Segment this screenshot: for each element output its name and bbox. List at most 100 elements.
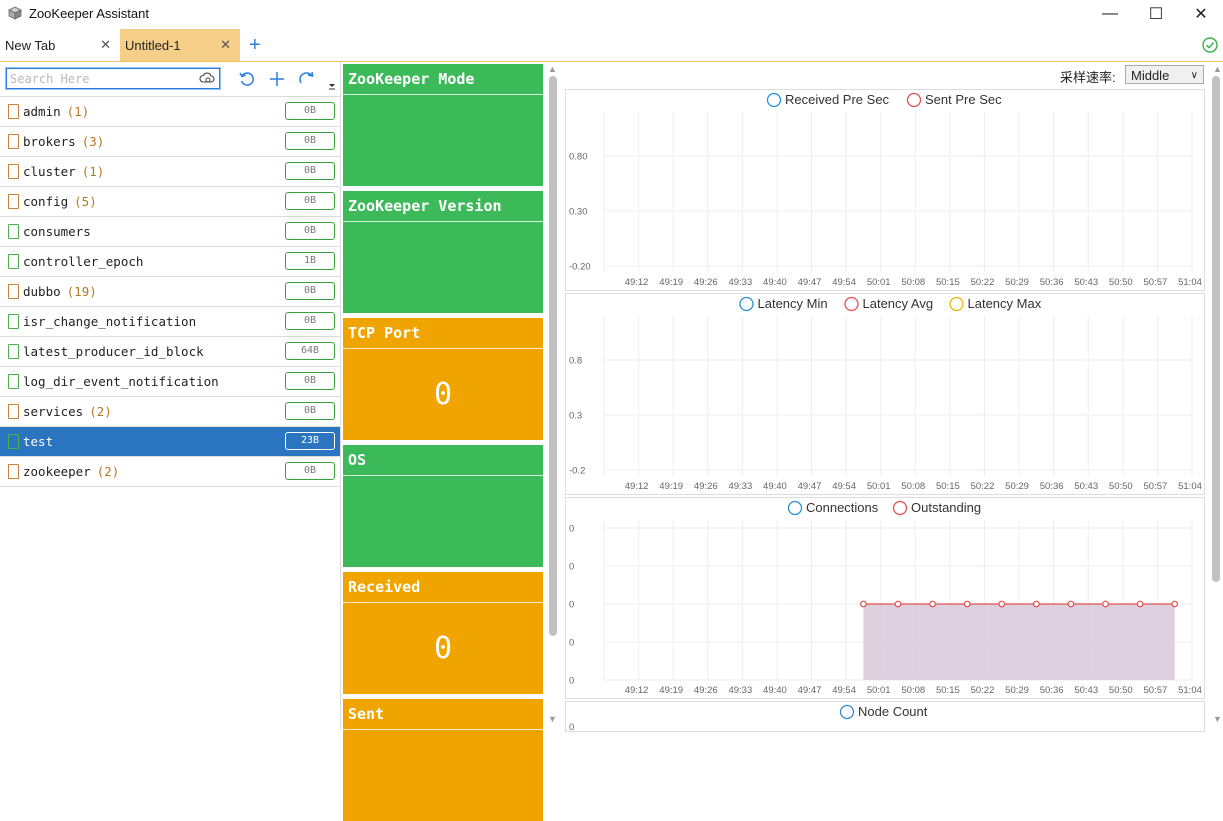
x-tick-label: 49:19 [659,685,683,696]
search-input[interactable] [7,69,190,88]
x-tick-label: 49:26 [694,685,718,696]
tab-bar: New Tab ✕ Untitled-1 ✕ + [0,29,1223,62]
maximize-button[interactable]: ☐ [1133,0,1179,28]
legend-marker [844,296,859,312]
tab-close-icon[interactable]: ✕ [100,37,111,53]
scroll-thumb[interactable] [1212,76,1220,582]
node-row-controller_epoch[interactable]: controller_epoch 1B [0,247,340,277]
card-value: 0 [433,377,453,412]
card-os: OS [343,445,543,567]
node-row-cluster[interactable]: cluster (1) 0B [0,157,340,187]
legend-item[interactable]: Latency Avg [844,296,933,312]
child-count: (19) [66,284,97,299]
connected-check-icon [1202,37,1218,53]
x-tick-label: 49:40 [763,685,787,696]
scroll-down-icon[interactable]: ▼ [548,714,557,724]
x-tick-label: 50:08 [901,685,925,696]
x-tick-label: 50:15 [936,277,960,288]
refresh-button[interactable] [236,68,258,90]
node-row-test[interactable]: test 23B [0,427,340,457]
y-tick-label: 0.3 [569,411,582,422]
y-tick-label: 0 [569,600,574,611]
card-received: Received 0 [343,572,543,694]
folder-icon [8,104,19,119]
node-row-config[interactable]: config (5) 0B [0,187,340,217]
data-size-badge: 1B [285,252,335,270]
scroll-thumb[interactable] [549,76,557,636]
legend-label: Sent Pre Sec [925,92,1002,107]
x-tick-label: 50:15 [936,685,960,696]
node-row-log_dir_event_notification[interactable]: log_dir_event_notification 0B [0,367,340,397]
folder-icon [8,464,19,479]
file-icon [8,344,19,359]
node-row-services[interactable]: services (2) 0B [0,397,340,427]
card-zookeeper-mode: ZooKeeper Mode [343,64,543,186]
legend-item[interactable]: Received Pre Sec [766,92,890,108]
node-row-latest_producer_id_block[interactable]: latest_producer_id_block 64B [0,337,340,367]
node-row-brokers[interactable]: brokers (3) 0B [0,127,340,157]
card-title: ZooKeeper Mode [343,64,543,95]
data-size-badge: 64B [285,342,335,360]
window-title: ZooKeeper Assistant [29,6,149,21]
folder-icon [8,404,19,419]
tab-untitled-1[interactable]: Untitled-1 ✕ [120,29,240,61]
search-box[interactable] [6,68,220,89]
x-tick-label: 50:08 [901,481,925,492]
chart-svg: Latency Min Latency Avg Latency Max 0.8 0.3 -… [569,296,1202,492]
file-icon [8,314,19,329]
search-toolbar [0,62,340,97]
legend-item[interactable]: Sent Pre Sec [906,92,1003,108]
node-row-admin[interactable]: admin (1) 0B [0,97,340,127]
legend-label: Node Count [858,704,928,719]
scroll-up-icon[interactable]: ▲ [1213,64,1222,74]
redo-button[interactable] [296,68,318,90]
add-node-button[interactable] [266,68,288,90]
scroll-up-icon[interactable]: ▲ [548,64,557,74]
node-row-zookeeper[interactable]: zookeeper (2) 0B [0,457,340,487]
node-name: controller_epoch [23,254,144,269]
scroll-down-icon[interactable]: ▼ [1213,714,1222,724]
node-name: config (5) [23,194,97,209]
close-window-button[interactable]: ✕ [1178,0,1223,28]
folder-icon [8,164,19,179]
charts-scrollbar[interactable]: ▲ ▼ [1210,62,1222,730]
chart-3: Connections Outstanding 0 0 0 0 0 49:12 49:19 49:… [565,497,1205,699]
card-title: TCP Port [343,318,543,349]
legend-item[interactable]: Outstanding [892,500,982,516]
x-tick-label: 49:47 [798,277,822,288]
legend-item[interactable]: Latency Max [949,296,1042,312]
legend-item[interactable]: Connections [787,500,879,516]
info-cards-panel: ZooKeeper Mode ZooKeeper Version TCP Port 0… [342,62,558,821]
y-tick-label: 0.8 [569,356,582,367]
data-point [1136,600,1144,608]
legend-item[interactable]: Node Count [839,704,928,720]
legend-marker [739,296,754,312]
add-tab-icon[interactable]: + [249,34,261,57]
tab-close-icon[interactable]: ✕ [220,37,231,53]
x-tick-label: 50:50 [1109,685,1133,696]
node-row-consumers[interactable]: consumers 0B [0,217,340,247]
node-row-isr_change_notification[interactable]: isr_change_notification 0B [0,307,340,337]
card-value [343,222,543,313]
x-tick-label: 50:29 [1005,685,1029,696]
legend-item[interactable]: Latency Min [739,296,828,312]
tab-new-tab[interactable]: New Tab ✕ [0,29,120,61]
data-size-badge: 0B [285,222,335,240]
cards-scrollbar[interactable]: ▲ ▼ [548,62,558,730]
node-row-dubbo[interactable]: dubbo (19) 0B [0,277,340,307]
data-size-badge: 23B [285,432,335,450]
x-tick-label: 49:54 [832,481,856,492]
plus-icon [270,72,284,86]
dropdown-arrow-icon[interactable] [328,82,336,90]
minimize-button[interactable]: — [1087,0,1133,28]
x-tick-label: 49:40 [763,481,787,492]
x-tick-label: 50:22 [971,481,995,492]
sample-rate-select[interactable]: Middle ∨ [1125,65,1204,84]
card-title: ZooKeeper Version [343,191,543,222]
charts-panel: 采样速率: Middle ∨ Received Pre Sec Sent Pre … [562,62,1223,733]
cloud-search-icon[interactable] [199,71,215,85]
close-icon: ✕ [1194,6,1208,23]
child-count: (3) [81,134,105,149]
data-size-badge: 0B [285,102,335,120]
node-name: cluster (1) [23,164,105,179]
